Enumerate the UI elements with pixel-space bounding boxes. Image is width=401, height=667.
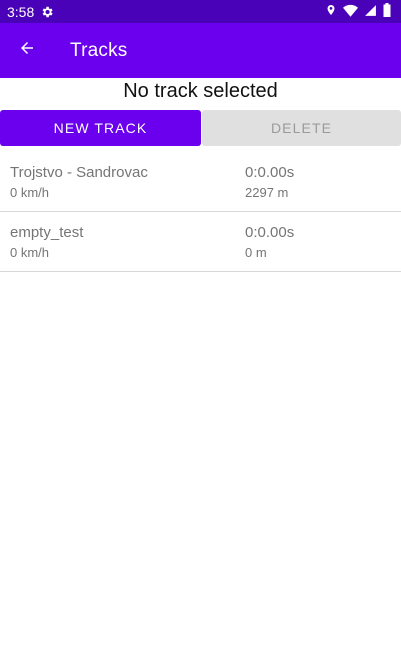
arrow-back-icon bbox=[18, 39, 36, 62]
track-row[interactable]: Trojstvo - Sandrovac 0 km/h 0:0.00s 2297… bbox=[0, 152, 401, 212]
track-name: empty_test bbox=[10, 224, 84, 241]
back-button[interactable] bbox=[15, 39, 39, 63]
track-speed: 0 km/h bbox=[10, 185, 50, 200]
wifi-icon bbox=[343, 4, 358, 17]
location-icon bbox=[325, 3, 337, 17]
track-name: Trojstvo - Sandrovac bbox=[10, 164, 148, 181]
new-track-button[interactable]: NEW TRACK bbox=[0, 110, 201, 146]
track-list: Trojstvo - Sandrovac 0 km/h 0:0.00s 2297… bbox=[0, 152, 401, 272]
delete-button[interactable]: DELETE bbox=[202, 110, 401, 146]
gear-icon bbox=[40, 5, 54, 19]
selected-track-title: No track selected bbox=[123, 80, 278, 102]
track-distance: 2297 m bbox=[245, 185, 289, 200]
status-time: 3:58 bbox=[7, 3, 35, 20]
track-speed: 0 km/h bbox=[10, 245, 50, 260]
track-time: 0:0.00s bbox=[245, 164, 295, 181]
track-distance: 0 m bbox=[245, 245, 267, 260]
signal-icon bbox=[364, 4, 377, 17]
battery-icon bbox=[383, 3, 391, 17]
status-bar: 3:58 bbox=[0, 0, 401, 23]
track-row[interactable]: empty_test 0 km/h 0:0.00s 0 m bbox=[0, 212, 401, 272]
app-bar: Tracks bbox=[0, 23, 401, 78]
track-time: 0:0.00s bbox=[245, 224, 295, 241]
page-title: Tracks bbox=[70, 39, 128, 61]
